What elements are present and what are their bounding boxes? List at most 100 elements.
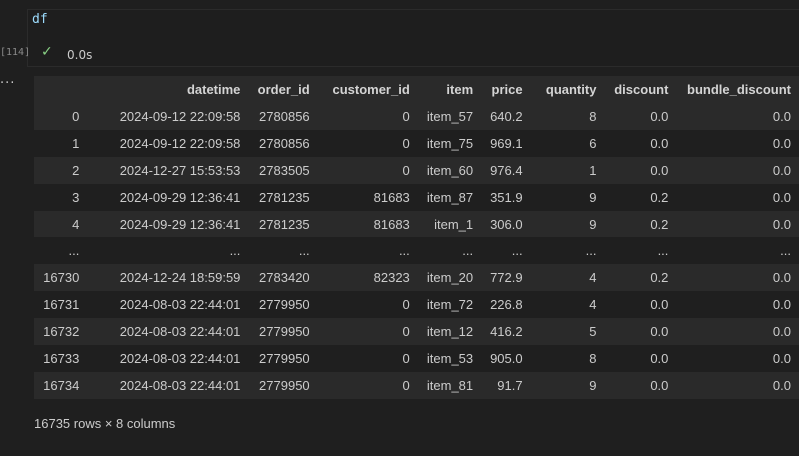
execution-time: 0.0s bbox=[67, 48, 93, 62]
table-body: 0 2024-09-12 22:09:58 2780856 0 item_57 640.2… bbox=[34, 103, 799, 399]
output-menu-button[interactable]: ... bbox=[0, 72, 15, 87]
table-cell: 91.7 bbox=[481, 371, 531, 399]
table-cell: 0.2 bbox=[604, 210, 677, 238]
table-row: ........................... bbox=[34, 237, 799, 265]
table-cell: item_20 bbox=[417, 264, 482, 292]
table-cell: 9 bbox=[530, 210, 605, 238]
table-cell: 2783505 bbox=[248, 156, 318, 184]
table-row: 1 2024-09-12 22:09:58 2780856 0 item_75 969.1… bbox=[34, 129, 799, 157]
table-cell: 4 bbox=[530, 291, 605, 319]
table-cell: 2783420 bbox=[248, 264, 318, 292]
check-icon: ✓ bbox=[41, 44, 53, 60]
table-cell: item_81 bbox=[417, 371, 482, 399]
code-cell-input[interactable] bbox=[27, 9, 799, 67]
table-cell: 0.0 bbox=[604, 371, 677, 399]
dataframe-output: datetime order_id customer_id item price quan… bbox=[34, 76, 799, 399]
table-cell: 0 bbox=[317, 129, 418, 157]
table-cell: 81683 bbox=[317, 210, 418, 238]
table-row: 16734 2024-08-03 22:44:01 2779950 0 item_81 9… bbox=[34, 371, 799, 399]
table-cell: 0 bbox=[317, 103, 418, 130]
table-cell: 0.0 bbox=[676, 129, 799, 157]
row-index: 0 bbox=[34, 103, 88, 130]
table-cell: 4 bbox=[530, 264, 605, 292]
table-row: 2 2024-12-27 15:53:53 2783505 0 item_60 976.4… bbox=[34, 156, 799, 184]
table-cell: 2024-09-29 12:36:41 bbox=[87, 210, 249, 238]
table-row: 16733 2024-08-03 22:44:01 2779950 0 item_53 9… bbox=[34, 345, 799, 372]
table-cell: 2024-09-12 22:09:58 bbox=[87, 103, 249, 130]
table-cell: ... bbox=[604, 237, 677, 265]
table-cell: 0.2 bbox=[604, 264, 677, 292]
table-cell: 82323 bbox=[317, 264, 418, 292]
column-header-customer-id: customer_id bbox=[317, 76, 418, 103]
table-cell: 0.0 bbox=[676, 345, 799, 372]
table-cell: 2779950 bbox=[248, 371, 318, 399]
table-cell: 2024-09-29 12:36:41 bbox=[87, 183, 249, 211]
table-cell: 2024-08-03 22:44:01 bbox=[87, 345, 249, 372]
table-cell: 1 bbox=[530, 156, 605, 184]
column-header-bundle-discount: bundle_discount bbox=[676, 76, 799, 103]
table-cell: ... bbox=[530, 237, 605, 265]
table-cell: item_57 bbox=[417, 103, 482, 130]
table-cell: 0.0 bbox=[604, 103, 677, 130]
table-cell: item_60 bbox=[417, 156, 482, 184]
table-cell: 2024-08-03 22:44:01 bbox=[87, 291, 249, 319]
table-cell: 0.0 bbox=[676, 371, 799, 399]
row-index: 16731 bbox=[34, 291, 88, 319]
table-cell: 0.0 bbox=[604, 156, 677, 184]
header-row: datetime order_id customer_id item price quan… bbox=[34, 76, 799, 103]
column-header-datetime: datetime bbox=[87, 76, 249, 103]
table-cell: 9 bbox=[530, 371, 605, 399]
table-row: 0 2024-09-12 22:09:58 2780856 0 item_57 640.2… bbox=[34, 103, 799, 130]
table-cell: item_75 bbox=[417, 129, 482, 157]
row-index: 3 bbox=[34, 183, 88, 211]
table-cell: 0 bbox=[317, 291, 418, 319]
table-cell: 2024-08-03 22:44:01 bbox=[87, 371, 249, 399]
table-cell: 0 bbox=[317, 318, 418, 346]
table-cell: 81683 bbox=[317, 183, 418, 211]
table-cell: 0.0 bbox=[676, 156, 799, 184]
table-cell: 0 bbox=[317, 371, 418, 399]
row-index: 4 bbox=[34, 210, 88, 238]
table-cell: item_1 bbox=[417, 210, 482, 238]
row-index: 16734 bbox=[34, 371, 88, 399]
row-index: 2 bbox=[34, 156, 88, 184]
column-header-order-id: order_id bbox=[248, 76, 318, 103]
table-cell: 6 bbox=[530, 129, 605, 157]
column-header-discount: discount bbox=[604, 76, 677, 103]
table-cell: 976.4 bbox=[481, 156, 531, 184]
table-cell: 0.2 bbox=[604, 183, 677, 211]
table-header: datetime order_id customer_id item price quan… bbox=[34, 76, 799, 103]
table-cell: 8 bbox=[530, 103, 605, 130]
table-cell: 0.0 bbox=[604, 291, 677, 319]
dataframe-shape: 16735 rows × 8 columns bbox=[34, 416, 176, 431]
table-cell: item_87 bbox=[417, 183, 482, 211]
table-cell: 2780856 bbox=[248, 129, 318, 157]
table-cell: 2780856 bbox=[248, 103, 318, 130]
table-cell: 2779950 bbox=[248, 318, 318, 346]
column-header-quantity: quantity bbox=[530, 76, 605, 103]
table-cell: 2781235 bbox=[248, 183, 318, 211]
code-text[interactable]: df bbox=[32, 12, 48, 27]
table-cell: 2024-09-12 22:09:58 bbox=[87, 129, 249, 157]
table-cell: 2024-12-27 15:53:53 bbox=[87, 156, 249, 184]
table-cell: 226.8 bbox=[481, 291, 531, 319]
table-cell: 416.2 bbox=[481, 318, 531, 346]
table-row: 16731 2024-08-03 22:44:01 2779950 0 item_72 2… bbox=[34, 291, 799, 319]
table-cell: 2024-08-03 22:44:01 bbox=[87, 318, 249, 346]
table-cell: ... bbox=[676, 237, 799, 265]
column-header-item: item bbox=[417, 76, 482, 103]
table-cell: 0.0 bbox=[676, 210, 799, 238]
table-cell: ... bbox=[481, 237, 531, 265]
table-cell: 2781235 bbox=[248, 210, 318, 238]
table-cell: 0.0 bbox=[676, 291, 799, 319]
column-header-price: price bbox=[481, 76, 531, 103]
table-cell: ... bbox=[417, 237, 482, 265]
table-cell: 9 bbox=[530, 183, 605, 211]
execution-count: [114] bbox=[0, 47, 31, 58]
table-cell: item_53 bbox=[417, 345, 482, 372]
table-cell: 2779950 bbox=[248, 291, 318, 319]
table-cell: 2024-12-24 18:59:59 bbox=[87, 264, 249, 292]
table-cell: 2779950 bbox=[248, 345, 318, 372]
row-index: 16732 bbox=[34, 318, 88, 346]
table-cell: 0 bbox=[317, 345, 418, 372]
